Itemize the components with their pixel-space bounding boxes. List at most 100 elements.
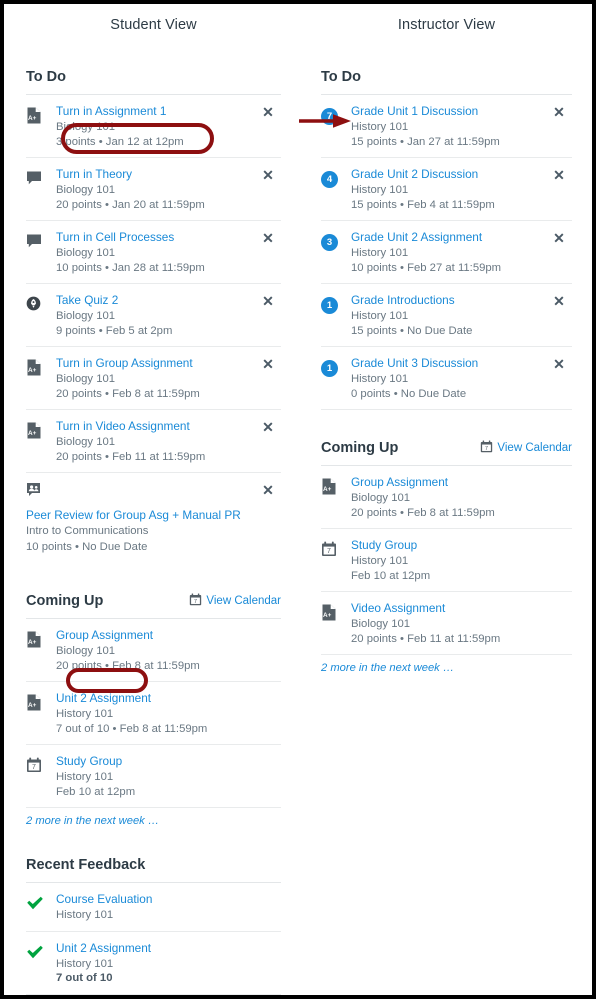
feedback-item[interactable]: Course EvaluationHistory 101 xyxy=(26,883,281,932)
coming-up-item[interactable]: A+Group AssignmentBiology 10120 points •… xyxy=(26,619,281,682)
item-title-link[interactable]: Turn in Theory xyxy=(56,167,251,182)
item-meta: 20 points • Feb 8 at 11:59pm xyxy=(56,387,251,402)
todo-item[interactable]: A+Turn in Video AssignmentBiology 10120 … xyxy=(26,410,281,473)
peer-review-meta: 10 points • No Due Date xyxy=(26,540,281,555)
item-title-link[interactable]: Unit 2 Assignment xyxy=(56,941,277,956)
item-title-link[interactable]: Grade Unit 3 Discussion xyxy=(351,356,542,371)
item-title-link[interactable]: Grade Introductions xyxy=(351,293,542,308)
coming-up-item[interactable]: A+ Video AssignmentBiology 10120 points •… xyxy=(321,592,572,655)
row-icon-slot: A+ xyxy=(26,356,56,381)
dismiss-close-icon[interactable]: ✕ xyxy=(255,293,281,307)
calendar-icon: 7 xyxy=(480,440,493,456)
student-feedback-heading: Recent Feedback xyxy=(26,857,281,883)
todo-item[interactable]: 4Grade Unit 2 DiscussionHistory 10115 po… xyxy=(321,158,572,221)
item-title-link[interactable]: Turn in Video Assignment xyxy=(56,419,251,434)
row-body: Grade Unit 1 DiscussionHistory 10115 poi… xyxy=(351,104,546,149)
assignment-icon: A+ xyxy=(26,107,42,129)
coming-up-item[interactable]: A+Unit 2 AssignmentHistory 1017 out of 1… xyxy=(26,682,281,745)
todo-item[interactable]: 1Grade Unit 3 DiscussionHistory 1010 poi… xyxy=(321,347,572,410)
student-view-calendar-label: View Calendar xyxy=(206,595,281,607)
check-icon xyxy=(26,944,44,965)
dismiss-close-icon[interactable]: ✕ xyxy=(255,419,281,433)
item-meta: 3 points • Jan 12 at 12pm xyxy=(56,135,251,150)
item-title-link[interactable]: Grade Unit 1 Discussion xyxy=(351,104,542,119)
item-title-link[interactable]: Turn in Assignment 1 xyxy=(56,104,251,119)
row-body: Turn in Video AssignmentBiology 10120 po… xyxy=(56,419,255,464)
todo-item[interactable]: A+ Turn in Group AssignmentBiology 10120 … xyxy=(26,347,281,410)
item-course: History 101 xyxy=(351,554,568,569)
item-title-link[interactable]: Unit 2 Assignment xyxy=(56,691,277,706)
item-course: Biology 101 xyxy=(56,644,277,659)
student-more-link[interactable]: 2 more in the next week … xyxy=(26,808,281,827)
instructor-more-link[interactable]: 2 more in the next week … xyxy=(321,655,572,674)
dismiss-close-icon[interactable]: ✕ xyxy=(255,230,281,244)
row-body: Turn in Group AssignmentBiology 10120 po… xyxy=(56,356,255,401)
todo-item[interactable]: 1Grade IntroductionsHistory 10115 points… xyxy=(321,284,572,347)
todo-item[interactable]: A+ Turn in Assignment 1Biology 1013 point… xyxy=(26,95,281,158)
todo-item[interactable]: Turn in TheoryBiology 10120 points • Jan… xyxy=(26,158,281,221)
coming-up-item[interactable]: A+Group AssignmentBiology 10120 points •… xyxy=(321,466,572,529)
dismiss-close-icon[interactable]: ✕ xyxy=(546,293,572,307)
peer-review-title-link[interactable]: Peer Review for Group Asg + Manual PR xyxy=(26,507,241,523)
todo-item[interactable]: Take Quiz 2Biology 1019 points • Feb 5 a… xyxy=(26,284,281,347)
row-icon-slot: 4 xyxy=(321,167,351,188)
dismiss-close-icon[interactable]: ✕ xyxy=(546,356,572,370)
calendar-icon: 7 xyxy=(321,541,337,562)
row-body: Grade IntroductionsHistory 10115 points … xyxy=(351,293,546,338)
dismiss-close-icon[interactable]: ✕ xyxy=(255,104,281,118)
instructor-view-column: Instructor View To Do 7Grade Unit 1 Disc… xyxy=(301,4,592,995)
feedback-item[interactable]: Unit 2 AssignmentHistory 1017 out of 10 xyxy=(26,932,281,995)
student-todo-heading: To Do xyxy=(26,69,281,95)
item-course: History 101 xyxy=(56,770,277,785)
item-meta: Feb 10 at 12pm xyxy=(351,569,568,584)
item-title-link[interactable]: Study Group xyxy=(351,538,568,553)
item-course: History 101 xyxy=(56,908,277,923)
item-meta: 15 points • No Due Date xyxy=(351,324,542,339)
item-meta: Feb 10 at 12pm xyxy=(56,785,277,800)
svg-text:7: 7 xyxy=(327,548,331,555)
student-feedback-list: Course EvaluationHistory 101Unit 2 Assig… xyxy=(26,883,281,995)
two-column-layout: Student View To Do A+ Turn in Assignment … xyxy=(4,4,592,995)
item-course: History 101 xyxy=(56,957,277,972)
instructor-view-calendar-link[interactable]: 7 View Calendar xyxy=(480,440,572,456)
svg-text:A+: A+ xyxy=(28,367,37,374)
coming-up-item[interactable]: 7Study GroupHistory 101Feb 10 at 12pm xyxy=(26,745,281,808)
item-title-link[interactable]: Take Quiz 2 xyxy=(56,293,251,308)
item-title-link[interactable]: Grade Unit 2 Discussion xyxy=(351,167,542,182)
item-title-link[interactable]: Turn in Group Assignment xyxy=(56,356,251,371)
student-coming-up-label: Coming Up xyxy=(26,593,103,609)
row-body: Grade Unit 2 AssignmentHistory 10110 poi… xyxy=(351,230,546,275)
todo-item[interactable]: 7Grade Unit 1 DiscussionHistory 10115 po… xyxy=(321,95,572,158)
svg-text:A+: A+ xyxy=(323,612,332,619)
item-meta: 7 out of 10 • Feb 8 at 11:59pm xyxy=(56,722,277,737)
item-title-link[interactable]: Course Evaluation xyxy=(56,892,277,907)
item-course: Biology 101 xyxy=(56,120,251,135)
peer-review-close-button[interactable]: ✕ xyxy=(255,482,281,496)
dismiss-close-icon[interactable]: ✕ xyxy=(255,167,281,181)
item-title-link[interactable]: Study Group xyxy=(56,754,277,769)
item-title-link[interactable]: Group Assignment xyxy=(56,628,277,643)
row-body: Video AssignmentBiology 10120 points • F… xyxy=(351,601,572,646)
dismiss-close-icon[interactable]: ✕ xyxy=(546,167,572,181)
item-title-link[interactable]: Video Assignment xyxy=(351,601,568,616)
row-body: Grade Unit 3 DiscussionHistory 1010 poin… xyxy=(351,356,546,401)
item-meta: 15 points • Jan 27 at 11:59pm xyxy=(351,135,542,150)
student-view-title: Student View xyxy=(26,4,281,33)
assignment-icon: A+ xyxy=(26,694,42,716)
todo-item[interactable]: 3Grade Unit 2 AssignmentHistory 10110 po… xyxy=(321,221,572,284)
peer-review-item[interactable]: ✕ Peer Review for Group Asg + Manual PR … xyxy=(26,473,281,563)
check-icon xyxy=(26,895,44,916)
assignment-icon: A+ xyxy=(321,604,337,626)
item-title-link[interactable]: Grade Unit 2 Assignment xyxy=(351,230,542,245)
row-icon-slot: A+ xyxy=(26,691,56,716)
dismiss-close-icon[interactable]: ✕ xyxy=(546,104,572,118)
dismiss-close-icon[interactable]: ✕ xyxy=(255,356,281,370)
item-title-link[interactable]: Group Assignment xyxy=(351,475,568,490)
coming-up-item[interactable]: 7 Study GroupHistory 101Feb 10 at 12pm xyxy=(321,529,572,592)
row-icon-slot: 1 xyxy=(321,356,351,377)
dismiss-close-icon[interactable]: ✕ xyxy=(546,230,572,244)
item-title-link[interactable]: Turn in Cell Processes xyxy=(56,230,251,245)
todo-item[interactable]: Turn in Cell ProcessesBiology 10110 poin… xyxy=(26,221,281,284)
row-icon-slot: A+ xyxy=(26,628,56,653)
student-view-calendar-link[interactable]: 7 View Calendar xyxy=(189,593,281,609)
